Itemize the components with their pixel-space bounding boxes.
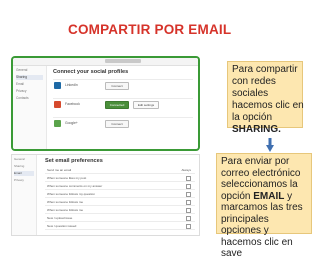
email-pref-row: When someone follows my question	[45, 191, 195, 198]
linkedin-icon	[54, 82, 61, 89]
social-name: LinkedIn	[65, 83, 78, 87]
pref-label: Send me an email	[47, 168, 72, 172]
pref-dropdown[interactable]: Always	[181, 168, 191, 172]
email-screenshot: General Sharing Email Privacy Set email …	[11, 154, 200, 236]
sidebar-item-general[interactable]: General	[16, 68, 43, 73]
sidebar-item-privacy[interactable]: Privacy	[16, 89, 43, 94]
facebook-icon	[54, 101, 61, 108]
sidebar-item-email[interactable]: Email	[14, 171, 34, 176]
email-callout-text: Para enviar por correo electrónico selec…	[221, 156, 311, 260]
email-pref-row: Send me an email Always	[45, 167, 195, 174]
pref-checkbox[interactable]	[186, 192, 191, 197]
social-row-facebook: Facebook Connected Edit settings	[53, 98, 193, 110]
google-plus-icon	[54, 120, 61, 127]
pref-label: When someone likes my post	[47, 176, 87, 180]
email-pref-row: When someone follows me	[45, 207, 195, 214]
page-title: COMPARTIR POR EMAIL	[68, 22, 232, 37]
brand-logo	[105, 59, 141, 63]
sidebar-item-general[interactable]: General	[14, 157, 34, 162]
social-row-google: Google+ Connect	[53, 117, 193, 129]
section-heading: Connect your social profiles	[53, 69, 129, 75]
sharing-screenshot: General Sharing Email Privacy Contacts C…	[11, 56, 200, 151]
edit-settings-button[interactable]: Edit settings	[133, 101, 159, 109]
connected-button[interactable]: Connected	[105, 101, 129, 109]
connect-button[interactable]: Connect	[105, 82, 129, 90]
pref-label: When someone follows me	[47, 200, 84, 204]
email-callout: Para enviar por correo electrónico selec…	[216, 153, 312, 259]
sidebar-item-sharing[interactable]: Sharing	[14, 164, 34, 169]
social-name: Google+	[65, 121, 78, 125]
email-pref-row: New / question issued	[45, 223, 195, 230]
sidebar-item-sharing[interactable]: Sharing	[16, 75, 43, 80]
pref-checkbox[interactable]	[186, 224, 191, 229]
pref-label: New / question issued	[47, 224, 77, 228]
social-row-linkedin: LinkedIn Connect	[53, 79, 193, 91]
pref-label: When someone follows my question	[47, 192, 96, 196]
email-pref-row: When someone comments on my answer	[45, 183, 195, 190]
pref-label: When someone follows me	[47, 208, 84, 212]
pref-checkbox[interactable]	[186, 200, 191, 205]
sidebar-item-contacts[interactable]: Contacts	[16, 96, 43, 101]
sharing-callout: Para compartir con redes sociales hacemo…	[227, 61, 304, 135]
email-pref-row: New / upload issue	[45, 215, 195, 222]
section-heading: Set email preferences	[45, 158, 103, 164]
sidebar-item-email[interactable]: Email	[16, 82, 43, 87]
sharing-callout-text: Para compartir con redes sociales hacemo…	[232, 64, 308, 136]
sidebar-item-privacy[interactable]: Privacy	[14, 178, 34, 183]
email-pref-row: When someone follows me	[45, 199, 195, 206]
callout-bold: EMAIL	[253, 190, 285, 202]
pref-checkbox[interactable]	[186, 216, 191, 221]
pref-label: When someone comments on my answer	[47, 184, 103, 188]
email-pref-row: When someone likes my post	[45, 175, 195, 182]
social-name: Facebook	[65, 102, 80, 106]
pref-checkbox[interactable]	[186, 176, 191, 181]
callout-bold: SHARING.	[232, 124, 281, 135]
connect-button[interactable]: Connect	[105, 120, 129, 128]
top-bar	[13, 58, 198, 66]
down-arrow-icon	[266, 138, 274, 152]
settings-sidebar: General Sharing Email Privacy Contacts	[13, 66, 47, 149]
pref-checkbox[interactable]	[186, 208, 191, 213]
pref-checkbox[interactable]	[186, 184, 191, 189]
callout-text: Para compartir con redes sociales hacemo…	[232, 64, 304, 123]
pref-label: New / upload issue	[47, 216, 73, 220]
settings-sidebar: General Sharing Email Privacy	[12, 155, 37, 235]
